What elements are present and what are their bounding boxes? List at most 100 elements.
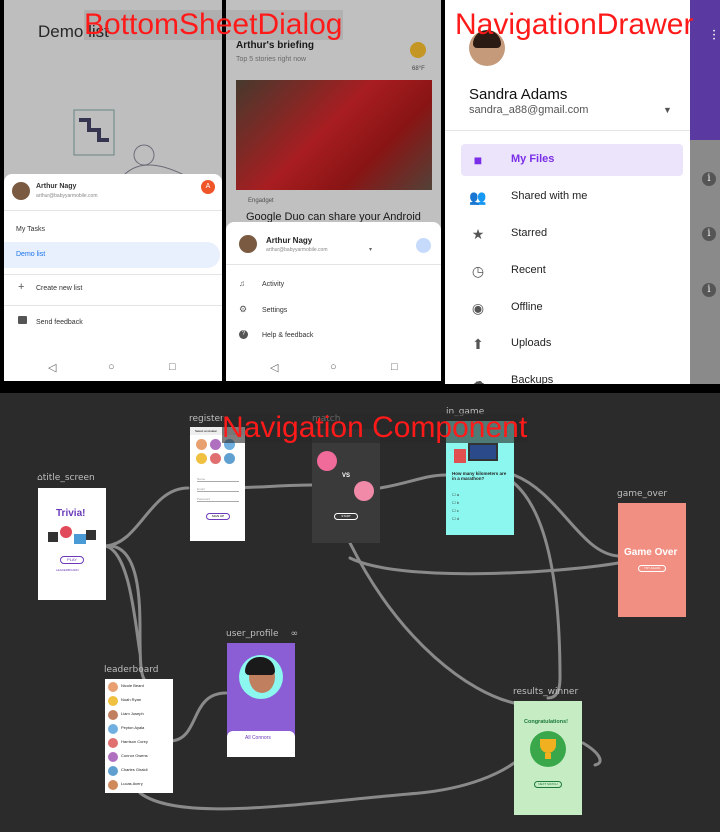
node-label-results-winner: results_winner (513, 687, 579, 697)
email-field[interactable]: Email (197, 487, 239, 492)
name-field[interactable]: Name (197, 477, 239, 482)
back-icon[interactable]: ◁ (48, 361, 56, 374)
account-circle-icon[interactable] (416, 238, 431, 253)
plus-icon: + (18, 281, 25, 293)
node-title-screen[interactable]: Trivia! PLAY LEADERBOARD (38, 488, 106, 600)
tv-icon (468, 443, 498, 461)
account-name: Arthur Nagy (266, 236, 313, 245)
drawer-item-my-files[interactable]: ■ My Files (461, 144, 683, 176)
leader-name: Lucas Avery (121, 781, 143, 786)
gear-icon: ⚙ (239, 304, 248, 314)
leader-name: Liam Joseph (121, 711, 144, 716)
leaderboard-row[interactable]: Liam Joseph (105, 709, 173, 722)
backup-icon: ☁ (471, 373, 485, 384)
help-feedback-item[interactable]: Help & feedback (262, 332, 313, 339)
profile-name: All Connors (245, 735, 271, 741)
leader-name: Harrison Corey (121, 739, 148, 744)
trivia-title: Trivia! (56, 508, 86, 519)
folder-icon: ■ (473, 152, 483, 168)
sign-up-button[interactable]: SIGN UP (206, 513, 230, 520)
next-match-button[interactable]: NEXT MATCH (534, 781, 562, 788)
feedback-icon (18, 316, 27, 324)
answer-options[interactable]: ☐ a ☐ b ☐ c ☐ d (452, 491, 459, 523)
node-user-profile[interactable]: All Connors (227, 643, 295, 757)
leaderboard-row[interactable]: Peyton Ayala (105, 723, 173, 736)
leader-avatar (108, 752, 118, 762)
account-dropdown-icon[interactable]: ▼ (663, 105, 672, 115)
home-icon[interactable]: ○ (108, 361, 115, 373)
drawer-item-backups[interactable]: ☁ Backups (445, 365, 685, 384)
leader-name: Charles Giraldi (121, 767, 148, 772)
recents-icon[interactable]: □ (391, 361, 398, 373)
back-icon[interactable]: ◁ (270, 361, 278, 374)
drawer-item-uploads[interactable]: ⬆ Uploads (445, 328, 685, 360)
activity-item[interactable]: Activity (262, 281, 284, 288)
leaderboard-row[interactable]: Noah Ryan (105, 695, 173, 708)
drawer-user-name: Sandra Adams (469, 86, 568, 103)
offline-icon: ◉ (471, 300, 485, 316)
list-item-demo-list[interactable]: Demo list (16, 251, 45, 258)
info-icon[interactable]: i (702, 227, 716, 241)
badge-icon (530, 731, 566, 767)
home-icon[interactable]: ○ (330, 361, 337, 373)
overflow-icon[interactable]: • • • (713, 29, 716, 44)
leaderboard-row[interactable]: Lucas Avery (105, 779, 173, 792)
create-new-list-item[interactable]: Create new list (36, 285, 82, 292)
try-again-button[interactable]: TRY AGAIN (638, 565, 666, 572)
list-item-my-tasks[interactable]: My Tasks (16, 226, 45, 233)
drawer-item-shared[interactable]: 👥 Shared with me (445, 181, 685, 213)
bottom-sheet: Arthur Nagy arthur@babyyarmobile.com ▾ ♫… (226, 222, 441, 353)
drawer-item-starred[interactable]: ★ Starred (445, 218, 685, 250)
leader-avatar (108, 682, 118, 692)
start-button[interactable]: START (334, 513, 358, 520)
avatar (239, 235, 257, 253)
chevron-down-icon[interactable]: ▾ (369, 246, 372, 253)
vs-label: VS (342, 473, 351, 479)
leaderboard-link[interactable]: LEADERBOARD (56, 568, 79, 572)
leader-avatar (108, 696, 118, 706)
drawer-item-recent[interactable]: ◷ Recent (445, 255, 685, 287)
bell-icon: ♫ (239, 279, 245, 288)
info-icon[interactable]: i (702, 283, 716, 297)
node-results-winner[interactable]: Congratulations! NEXT MATCH (514, 701, 582, 815)
player2-avatar (354, 481, 374, 501)
node-label-register: register (189, 414, 224, 424)
navigation-drawer-title: NavigationDrawer (455, 8, 694, 41)
drawer-item-offline[interactable]: ◉ Offline (445, 292, 685, 324)
node-label-leaderboard: leaderboard (104, 665, 159, 675)
send-feedback-item[interactable]: Send feedback (36, 319, 83, 326)
profile-avatar (239, 655, 283, 699)
leaderboard-row[interactable]: Nicole Beard (105, 681, 173, 694)
leader-name: Connor Owens (121, 753, 148, 758)
leader-avatar (108, 738, 118, 748)
node-match[interactable]: VS START (312, 429, 380, 543)
leader-avatar (108, 780, 118, 790)
leader-name: Peyton Ayala (121, 725, 145, 730)
leaderboard-row[interactable]: Charles Giraldi (105, 765, 173, 778)
info-icon[interactable]: i (702, 172, 716, 186)
help-icon: ? (239, 330, 248, 339)
bottom-sheet-panel-news: Arthur's briefing Top 5 stories right no… (226, 0, 441, 381)
system-nav-bar: ◁ ○ □ (4, 353, 222, 381)
leaderboard-row[interactable]: Connor Owens (105, 751, 173, 764)
avatar (12, 182, 30, 200)
node-leaderboard[interactable]: Nicole Beard Noah Ryan Liam Joseph Peyton A… (105, 679, 173, 793)
profile-card: All Connors (227, 731, 295, 757)
node-label-game-over: game_over (617, 489, 668, 499)
leader-name: Nicole Beard (121, 683, 144, 688)
leaderboard-row[interactable]: Harrison Corey (105, 737, 173, 750)
settings-item[interactable]: Settings (262, 307, 287, 314)
node-label-title-screen: ⌂title_screen (37, 473, 95, 483)
account-badge[interactable]: A (201, 180, 215, 194)
game-icons (48, 526, 96, 548)
clock-icon: ◷ (471, 263, 485, 279)
node-register[interactable]: Select an Avatar Name Email Password SIG… (190, 427, 245, 541)
link-icon: ∞ (290, 629, 299, 639)
bottom-sheet-title: BottomSheetDialog (84, 8, 343, 41)
node-label-user-profile: user_profile ∞ (226, 629, 299, 639)
node-game-over[interactable]: Game Over TRY AGAIN (618, 503, 686, 617)
password-field[interactable]: Password (197, 497, 239, 502)
play-button[interactable]: PLAY (60, 556, 84, 564)
recents-icon[interactable]: □ (169, 361, 176, 373)
system-nav-bar: ◁ ○ □ (226, 353, 441, 381)
